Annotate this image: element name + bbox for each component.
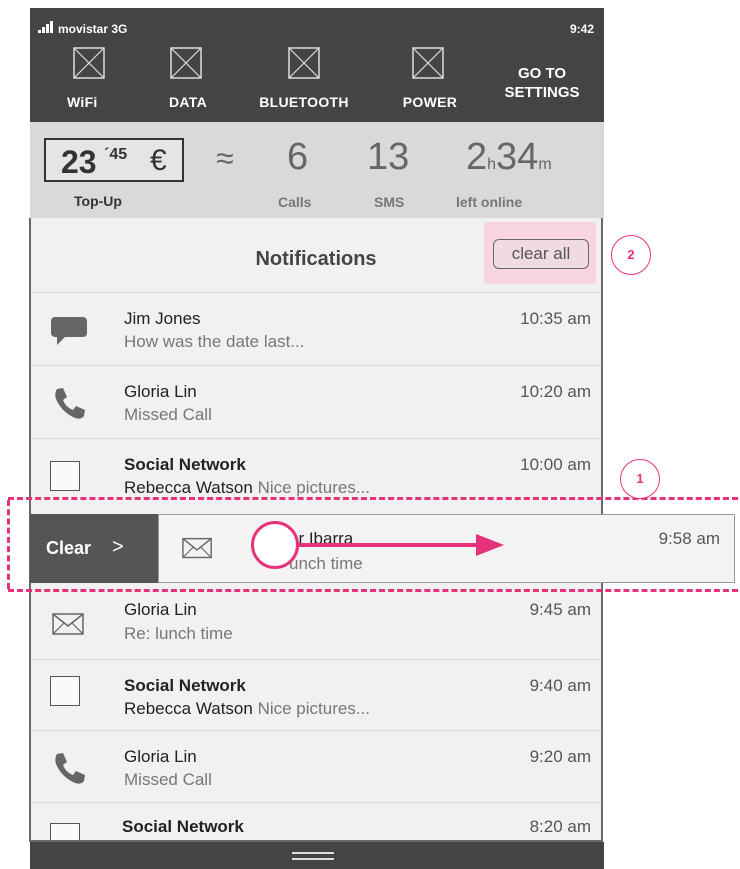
notification-time: 9:40 am (529, 676, 591, 695)
balance-cents: ´45 (104, 146, 128, 163)
bluetooth-placeholder-icon (288, 47, 320, 79)
online-label: left online (456, 194, 523, 210)
balance-amount: 23 (61, 144, 97, 180)
notification-item[interactable]: Gloria Lin Re: lunch time 9:45 am (31, 584, 601, 657)
notification-time: 10:20 am (520, 382, 591, 401)
notification-time: 10:35 am (520, 309, 591, 328)
toggle-wifi[interactable]: WiFi (34, 42, 144, 122)
top-up-label: Top-Up (74, 193, 122, 209)
quick-toggles-bar: WiFi DATA BLUETOOTH POWER GO TO SETTINGS (30, 42, 604, 122)
notification-title: Social Network (122, 817, 244, 836)
toggle-power-label: POWER (402, 94, 458, 110)
notification-time: 9:45 am (529, 600, 591, 619)
toggle-bluetooth-label: BLUETOOTH (259, 94, 349, 110)
currency-symbol: € (150, 144, 167, 177)
notification-text: Rebecca Watson Nice pictures... (124, 699, 370, 718)
notification-text: How was the date last... (124, 332, 305, 351)
go-to-settings-button[interactable]: GO TO SETTINGS (494, 64, 590, 102)
notification-title: Jim Jones (124, 309, 201, 328)
app-placeholder-icon (50, 823, 86, 840)
data-placeholder-icon (170, 47, 202, 79)
notification-text: Rebecca Watson Nice pictures... (124, 478, 370, 497)
app-placeholder-icon (50, 676, 86, 710)
notification-title: Gloria Lin (124, 600, 197, 619)
toggle-wifi-label: WiFi (67, 94, 98, 110)
notification-time: 9:20 am (529, 747, 591, 766)
calls-value: 6 (287, 136, 309, 178)
toggle-power[interactable]: POWER (384, 42, 476, 122)
toggle-data-label: DATA (168, 94, 207, 110)
notification-item[interactable]: Gloria Lin Missed Call 9:20 am (31, 730, 601, 804)
settings-line-2: SETTINGS (504, 84, 580, 101)
notification-time: 10:00 am (520, 455, 591, 474)
calls-label: Calls (278, 194, 312, 210)
notification-title: Gloria Lin (124, 382, 197, 401)
notification-item[interactable]: Gloria Lin Missed Call 10:20 am (31, 365, 601, 439)
sms-label: SMS (374, 194, 405, 210)
power-placeholder-icon (412, 47, 444, 79)
chevron-right-icon: > (112, 536, 124, 558)
signal-strength-icon (38, 21, 53, 33)
carrier-label: movistar 3G (58, 22, 128, 36)
phone-icon (55, 753, 85, 784)
notification-title: Social Network (124, 455, 246, 474)
notification-item[interactable]: Jim Jones How was the date last... 10:35… (31, 292, 601, 366)
mail-icon (182, 537, 212, 559)
chat-bubble-icon (51, 317, 87, 345)
bottom-bar (30, 842, 604, 869)
clear-all-button[interactable]: clear all (493, 239, 589, 269)
swipe-arrow-icon (296, 534, 504, 556)
mail-icon (52, 613, 84, 635)
notification-time: 9:58 am (658, 529, 720, 548)
top-up-button[interactable]: 23 ´45 € (44, 138, 184, 182)
callout-1: 1 (620, 459, 660, 499)
notification-title: Gloria Lin (124, 747, 197, 766)
touch-point-indicator (251, 521, 299, 569)
notification-text: Re: lunch time (124, 624, 233, 643)
approx-symbol: ≈ (216, 140, 234, 176)
online-time-value: 2h34m (466, 136, 552, 178)
swipe-clear-label: Clear (46, 538, 92, 558)
usage-summary: 23 ´45 € Top-Up ≈ 6 Calls 13 SMS 2h34m l… (30, 122, 604, 218)
phone-icon (55, 388, 85, 419)
notification-item[interactable]: Social Network 8:20 am (31, 802, 601, 840)
wifi-placeholder-icon (73, 47, 105, 79)
clock: 9:42 (569, 22, 594, 36)
status-bar: movistar 3G 9:42 (30, 8, 604, 42)
app-placeholder-icon (50, 461, 86, 495)
drag-handle[interactable] (30, 842, 604, 869)
toggle-bluetooth[interactable]: BLUETOOTH (244, 42, 364, 122)
callout-2: 2 (611, 235, 651, 275)
swipe-clear-action[interactable]: Clear > (30, 514, 158, 583)
notification-time: 8:20 am (529, 817, 591, 836)
notification-text: Missed Call (124, 405, 212, 424)
notification-item[interactable]: Social Network Rebecca Watson Nice pictu… (31, 659, 601, 733)
notification-title: Social Network (124, 676, 246, 695)
notification-text: Missed Call (124, 770, 212, 789)
settings-line-1: GO TO (517, 65, 567, 82)
sms-value: 13 (367, 136, 410, 178)
toggle-data[interactable]: DATA (148, 42, 228, 122)
